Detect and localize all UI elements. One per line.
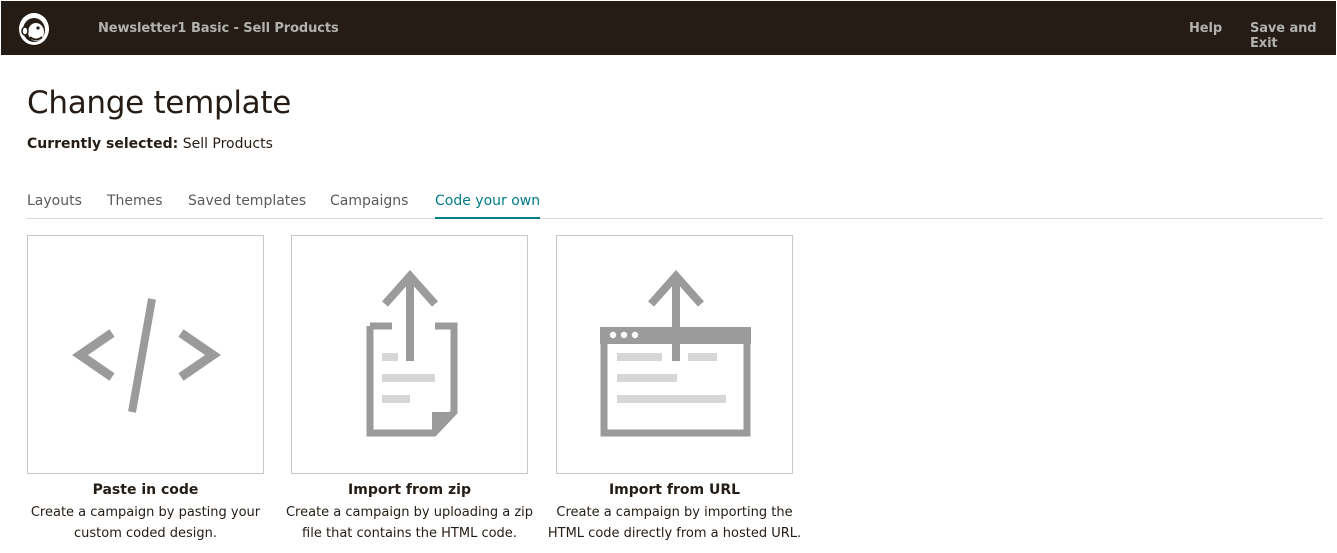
paste-in-code-title: Paste in code (92, 482, 199, 498)
description-line: Create a campaign by uploading a zip (285, 505, 534, 520)
import-from-zip-description: Create a campaign by uploading a zip fil… (281, 502, 538, 544)
import-from-url-description: Create a campaign by importing the HTML … (546, 502, 803, 544)
code-icon (72, 298, 221, 413)
import-from-url-card[interactable] (556, 235, 793, 474)
tab-saved-templates[interactable]: Saved templates (188, 193, 306, 219)
mailchimp-logo-icon[interactable] (17, 11, 51, 47)
import-from-zip-card[interactable] (291, 235, 528, 474)
import-from-url-title: Import from URL (608, 482, 741, 498)
paste-in-code-description: Create a campaign by pasting your custom… (17, 502, 274, 544)
tab-code-your-own[interactable]: Code your own (435, 193, 541, 219)
description-line: file that contains the HTML code. (302, 526, 517, 541)
currently-selected-value: Sell Products (182, 136, 273, 152)
upload-browser-icon (600, 269, 751, 437)
currently-selected-text: Currently selected: Sell Products (27, 136, 273, 152)
tab-layouts[interactable]: Layouts (27, 193, 82, 219)
breadcrumb-template-name[interactable]: Basic - Sell Products (191, 21, 339, 36)
help-link[interactable]: Help (1189, 21, 1222, 36)
breadcrumb-campaign-name[interactable]: Newsletter1 (98, 21, 186, 36)
tab-themes[interactable]: Themes (107, 193, 163, 219)
paste-in-code-card[interactable] (27, 235, 264, 474)
description-line: custom coded design. (74, 526, 217, 541)
save-and-exit-button[interactable]: Save and Exit (1250, 21, 1336, 51)
top-navigation-bar: Newsletter1 Basic - Sell Products Help S… (0, 0, 1337, 55)
upload-file-icon (366, 269, 458, 437)
import-from-zip-title: Import from zip (348, 482, 471, 498)
currently-selected-label: Currently selected: (27, 136, 179, 152)
tab-campaigns[interactable]: Campaigns (330, 193, 408, 219)
page-title: Change template (27, 85, 291, 121)
description-line: HTML code directly from a hosted URL. (547, 526, 802, 541)
template-tabs: Layouts Themes Saved templates Campaigns… (27, 193, 1323, 219)
description-line: Create a campaign by pasting your (30, 505, 261, 520)
description-line: Create a campaign by importing the (556, 505, 793, 520)
